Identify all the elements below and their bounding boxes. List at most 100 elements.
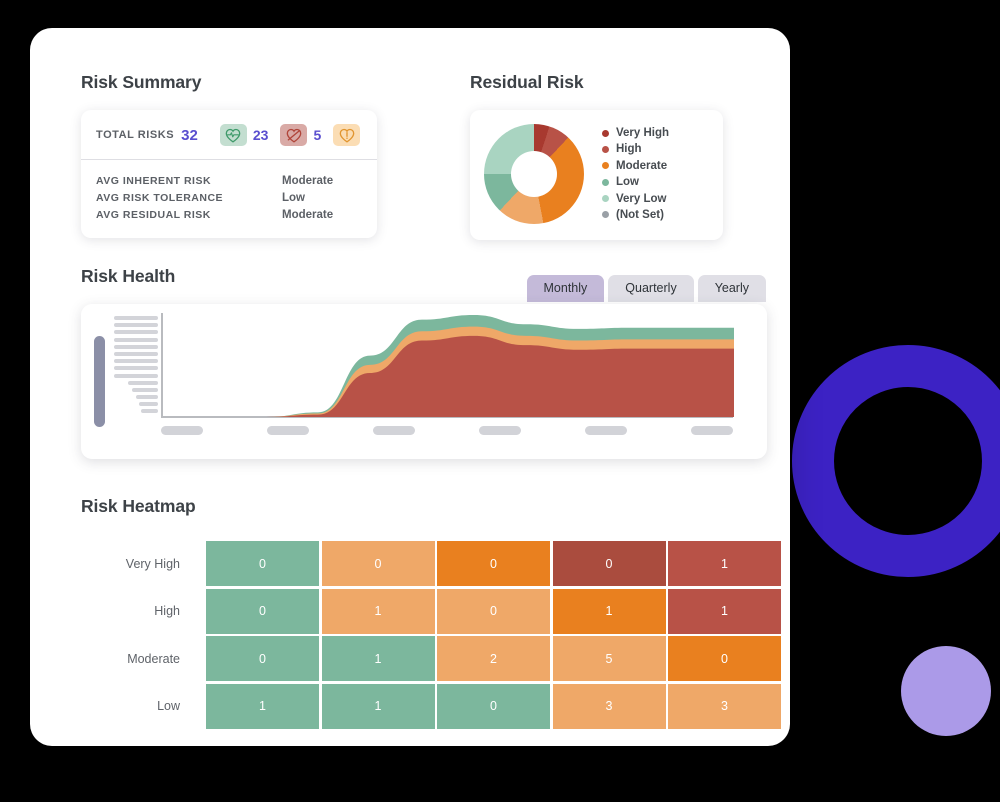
heatmap-cell[interactable]: 1 <box>206 683 319 729</box>
screenshot-stage: Risk Summary TOTAL RISKS 32 23 5 AVG INH… <box>0 0 1000 802</box>
risk-health-chart-panel <box>81 304 767 459</box>
heatmap-row-label: High <box>154 604 180 618</box>
y-tick-placeholder <box>136 395 158 400</box>
total-risks-label: TOTAL RISKS <box>96 129 175 141</box>
heatmap-cell[interactable]: 5 <box>552 636 666 681</box>
heatmap-cell[interactable]: 0 <box>206 541 319 586</box>
x-tick-placeholder <box>691 426 733 435</box>
y-axis-title-placeholder <box>94 336 105 427</box>
risk-summary-panel: TOTAL RISKS 32 23 5 AVG INHERENT RISK Mo… <box>81 110 377 238</box>
metric-row: AVG RISK TOLERANCE Low <box>96 189 362 206</box>
y-tick-placeholder <box>132 387 158 392</box>
legend-swatch-icon <box>602 195 609 203</box>
legend-swatch-icon <box>602 178 609 186</box>
risk-health-period-tabs: Monthly Quarterly Yearly <box>526 275 766 302</box>
legend-label: (Not Set) <box>616 208 664 221</box>
heatmap-cell[interactable]: 1 <box>321 683 435 729</box>
heatmap-cell[interactable]: 3 <box>552 683 666 729</box>
y-tick-placeholder <box>139 402 158 407</box>
risk-heatmap-section: Risk Heatmap Very High 0 0 0 0 1 High 0 1 0 1 1 Mode… <box>81 496 781 731</box>
risk-heatmap-title: Risk Heatmap <box>81 496 196 516</box>
x-tick-placeholder <box>267 426 309 435</box>
heatmap-cell[interactable]: 0 <box>206 588 319 634</box>
legend-label: High <box>616 143 642 156</box>
y-tick-placeholder <box>141 409 158 414</box>
y-tick-placeholder <box>114 359 158 364</box>
legend-label: Moderate <box>616 159 668 172</box>
risk-status-badges: 23 5 <box>219 124 361 146</box>
x-tick-placeholder <box>373 426 415 435</box>
risk-health-section: Risk Health Monthly Quarterly Yearly <box>81 266 781 459</box>
heatmap-row-label: Very High <box>125 556 180 571</box>
heatmap-cell[interactable]: 0 <box>206 636 319 681</box>
risk-heatmap-grid: Very High 0 0 0 0 1 High 0 1 0 1 1 Moderate 0 1 2 5 0 Low 1… <box>81 541 781 729</box>
risk-summary-section: Risk Summary TOTAL RISKS 32 23 5 AVG INH… <box>81 72 381 238</box>
heatmap-cell[interactable]: 2 <box>437 636 550 681</box>
y-tick-placeholder <box>114 337 158 342</box>
heatmap-cell[interactable]: 0 <box>321 541 435 586</box>
legend-label: Very Low <box>616 192 667 205</box>
legend-item[interactable]: (Not Set) <box>602 207 669 223</box>
risk-summary-metrics: AVG INHERENT RISK Moderate AVG RISK TOLE… <box>81 160 377 238</box>
metric-row: AVG RESIDUAL RISK Moderate <box>96 206 362 223</box>
heatmap-cell[interactable]: 1 <box>552 588 666 634</box>
legend-label: Very High <box>616 127 670 140</box>
metric-value: Low <box>282 191 305 204</box>
legend-item[interactable]: Moderate <box>602 158 669 174</box>
heatmap-cell[interactable]: 1 <box>668 541 781 586</box>
x-tick-placeholder <box>161 426 203 435</box>
badge-healthy[interactable] <box>219 124 247 146</box>
y-tick-placeholder <box>114 373 158 378</box>
dashboard-card: Risk Summary TOTAL RISKS 32 23 5 AVG INH… <box>30 28 790 746</box>
heatmap-cell[interactable]: 0 <box>437 683 550 729</box>
y-tick-placeholder <box>114 323 158 328</box>
heatmap-row: Very High 0 0 0 0 1 <box>81 541 781 586</box>
heatmap-cell[interactable]: 1 <box>321 636 435 681</box>
heatmap-row-label: Moderate <box>127 651 180 666</box>
heart-pulse-icon <box>225 128 241 143</box>
tab-quarterly[interactable]: Quarterly <box>608 275 694 302</box>
heart-alert-icon <box>339 128 355 143</box>
residual-risk-panel: Very High High Moderate Low Very Low (Not Set… <box>470 110 723 240</box>
heatmap-cell[interactable]: 1 <box>321 588 435 634</box>
tab-yearly[interactable]: Yearly <box>697 275 766 302</box>
heatmap-cell[interactable]: 0 <box>437 588 550 634</box>
legend-swatch-icon <box>602 211 609 219</box>
legend-label: Low <box>616 176 639 189</box>
badge-unhealthy[interactable] <box>280 124 308 146</box>
heatmap-row-label: Low <box>157 699 180 713</box>
metric-value: Moderate <box>282 174 334 187</box>
donut-ring <box>484 124 584 224</box>
heatmap-cell[interactable]: 0 <box>437 541 550 586</box>
y-tick-placeholder <box>114 344 158 349</box>
y-tick-placeholder <box>114 366 158 371</box>
total-risks-bar: TOTAL RISKS 32 23 5 <box>81 110 377 160</box>
heatmap-cell[interactable]: 1 <box>668 588 781 634</box>
y-tick-placeholder <box>114 316 158 320</box>
legend-item[interactable]: Very High <box>602 125 669 141</box>
badge-healthy-count: 23 <box>252 127 269 143</box>
heatmap-cell[interactable]: 0 <box>552 541 666 586</box>
metric-value: Moderate <box>282 208 334 221</box>
legend-item[interactable]: High <box>602 141 669 157</box>
metric-label: AVG INHERENT RISK <box>96 174 212 187</box>
badge-attention[interactable] <box>333 124 361 146</box>
tab-monthly[interactable]: Monthly <box>526 275 605 302</box>
heatmap-cell[interactable]: 0 <box>668 636 781 681</box>
y-tick-placeholder <box>128 380 158 385</box>
heatmap-row: High 0 1 0 1 1 <box>81 588 781 634</box>
x-tick-placeholder <box>479 426 521 435</box>
residual-risk-title: Residual Risk <box>470 72 584 92</box>
metric-label: AVG RESIDUAL RISK <box>96 208 211 221</box>
legend-item[interactable]: Very Low <box>602 190 669 206</box>
badge-unhealthy-count: 5 <box>313 127 322 143</box>
legend-swatch-icon <box>602 129 609 137</box>
heatmap-row: Low 1 1 0 3 3 <box>81 683 781 729</box>
heatmap-cell[interactable]: 3 <box>668 683 781 729</box>
x-tick-placeholder <box>585 426 627 435</box>
decorative-circle <box>901 646 991 736</box>
y-tick-placeholder <box>114 330 158 335</box>
decorative-ring <box>792 345 1000 577</box>
metric-label: AVG RISK TOLERANCE <box>96 191 224 204</box>
legend-item[interactable]: Low <box>602 174 669 190</box>
